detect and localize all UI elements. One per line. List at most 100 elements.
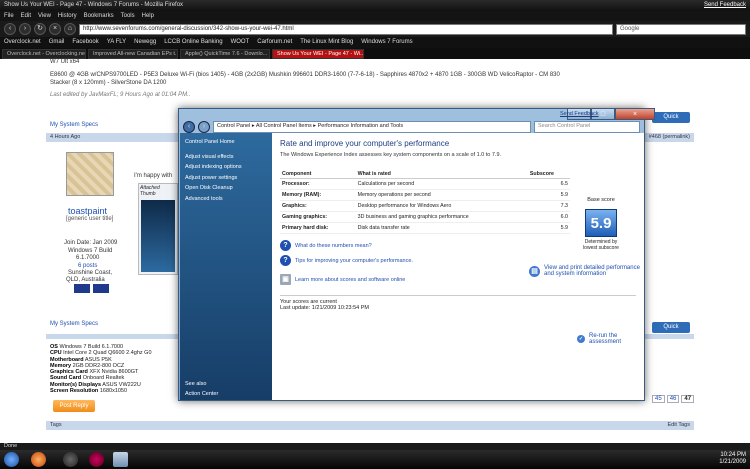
clock-time: 10:24 PM bbox=[720, 452, 746, 458]
stop-icon[interactable]: × bbox=[49, 23, 61, 35]
menu-bookmarks[interactable]: Bookmarks bbox=[84, 13, 114, 19]
home-icon[interactable]: ⌂ bbox=[64, 23, 76, 35]
steam-icon[interactable] bbox=[63, 452, 78, 467]
reload-icon[interactable]: ↻ bbox=[34, 23, 46, 35]
system-clock[interactable]: 10:24 PM 1/21/2009 bbox=[719, 452, 746, 466]
cp-home-link[interactable]: Control Panel Home bbox=[185, 137, 267, 148]
software-box-icon: ▣ bbox=[280, 274, 291, 285]
firefox-icon[interactable] bbox=[31, 452, 46, 467]
url-bar[interactable]: http://www.sevenforums.com/general-discu… bbox=[79, 23, 613, 35]
tags-bar: Tags Edit Tags bbox=[46, 421, 694, 430]
cp-address-row: ‹ › Control Panel ▸ All Control Panel It… bbox=[179, 121, 644, 133]
bookmark-item[interactable]: Windows 7 Forums bbox=[361, 39, 412, 46]
post-line: E8600 @ 4GB w/CNPS9700LED - P5E3 Deluxe … bbox=[50, 72, 560, 78]
bookmark-item[interactable]: LCCB Online Banking bbox=[164, 39, 222, 46]
post-count[interactable]: 6 posts bbox=[78, 263, 97, 269]
tab-overclock[interactable]: Overclock.net - Overclocking.net bbox=[2, 49, 86, 59]
base-score-box: Base score 5.9 Determined by lowest subs… bbox=[577, 197, 625, 257]
tab-show-us-your-wei[interactable]: Show Us Your WEI - Page 47 - Wi... bbox=[272, 49, 364, 59]
menu-tools[interactable]: Tools bbox=[121, 13, 135, 19]
edit-tags-link[interactable]: Edit Tags bbox=[667, 422, 690, 428]
system-specs-link[interactable]: My System Specs bbox=[50, 321, 98, 327]
rerun-assessment-link[interactable]: ✓ Re-run the assessment bbox=[577, 333, 644, 345]
menu-file[interactable]: File bbox=[4, 13, 14, 19]
status-text: Done bbox=[4, 443, 18, 449]
user-title: [generic user title] bbox=[66, 216, 114, 222]
search-bar[interactable]: Google bbox=[616, 23, 746, 35]
cp-sidebar: Control Panel Home Adjust visual effects… bbox=[180, 133, 272, 400]
australia-flag-icon bbox=[74, 284, 90, 293]
browser-title: Show Us Your WEI - Page 47 - Windows 7 F… bbox=[4, 2, 184, 8]
close-icon[interactable]: × bbox=[615, 108, 655, 120]
learn-more-link[interactable]: ▣ Learn more about scores and software o… bbox=[280, 274, 430, 285]
cp-task-adjust-power[interactable]: Adjust power settings bbox=[185, 173, 267, 184]
post-line: Stacker (8 x 120mm) - SilverStone DA 120… bbox=[50, 80, 167, 86]
page-link[interactable]: 45 bbox=[652, 395, 665, 403]
bookmark-item[interactable]: Newegg bbox=[134, 39, 156, 46]
print-icon: ▤ bbox=[529, 265, 540, 277]
quick-reply-button[interactable]: Quick bbox=[652, 112, 690, 123]
bookmark-item[interactable]: Facebook bbox=[72, 39, 98, 46]
edited-note: Last edited by JavMaxFL; 9 Hours Ago at … bbox=[50, 92, 191, 98]
bookmark-item[interactable]: YA FLY bbox=[107, 39, 126, 46]
app-icon[interactable] bbox=[89, 452, 104, 467]
bookmarks-toolbar: Overclock.net Gmail Facebook YA FLY Newe… bbox=[0, 37, 750, 48]
last-update: Last update: 1/21/2009 10:23:54 PM bbox=[280, 305, 369, 311]
base-score-caption: Determined by lowest subscore bbox=[583, 239, 619, 251]
bookmark-item[interactable]: Overclock.net bbox=[4, 39, 41, 46]
control-panel-icon[interactable] bbox=[113, 452, 128, 467]
quick-reply-button[interactable]: Quick bbox=[652, 322, 690, 333]
tab-quicktime[interactable]: Apple() QuickTime 7.6 - Downlo... bbox=[180, 49, 270, 59]
cp-task-adjust-visual-effects[interactable]: Adjust visual effects bbox=[185, 152, 267, 163]
cp-task-disk-cleanup[interactable]: Open Disk Cleanup bbox=[185, 183, 267, 194]
post-time: 4 Hours Ago bbox=[50, 134, 81, 140]
base-score-value: 5.9 bbox=[585, 209, 617, 237]
attached-thumbnails: Attached Thumb bbox=[138, 183, 178, 275]
avatar[interactable] bbox=[66, 152, 114, 196]
menu-history[interactable]: History bbox=[58, 13, 77, 19]
page-link[interactable]: 46 bbox=[666, 395, 680, 403]
cp-action-center-link[interactable]: Action Center bbox=[185, 389, 218, 400]
table-row: Graphics: Desktop performance for Window… bbox=[280, 200, 570, 212]
cp-address-bar[interactable]: Control Panel ▸ All Control Panel Items … bbox=[213, 121, 531, 133]
username[interactable]: toastpaint bbox=[68, 206, 107, 216]
australia-flag-icon bbox=[93, 284, 109, 293]
view-print-link[interactable]: ▤ View and print detailed performance an… bbox=[529, 265, 641, 277]
forward-icon[interactable]: › bbox=[19, 23, 31, 35]
bookmark-item[interactable]: The Linux Mint Blog bbox=[300, 39, 353, 46]
cp-task-advanced-tools[interactable]: Advanced tools bbox=[185, 194, 267, 205]
user-os: Windows 7 Build bbox=[68, 248, 113, 254]
navigation-bar: ‹ › ↻ × ⌂ http://www.sevenforums.com/gen… bbox=[0, 21, 750, 37]
bookmark-item[interactable]: WOOT bbox=[231, 39, 250, 46]
system-specs-link[interactable]: My System Specs bbox=[50, 122, 98, 128]
post-reply-button[interactable]: Post Reply bbox=[53, 400, 95, 412]
base-score-label: Base score bbox=[587, 197, 615, 203]
browser-status-bar: Done bbox=[0, 443, 750, 450]
cp-search-input[interactable]: Search Control Panel bbox=[534, 121, 640, 133]
back-icon[interactable]: ‹ bbox=[4, 23, 16, 35]
system-specs-list: OS Windows 7 Build 6.1.7000 CPU Intel Co… bbox=[50, 344, 152, 394]
menu-edit[interactable]: Edit bbox=[21, 13, 31, 19]
user-os-build: 6.1.7000 bbox=[76, 255, 100, 261]
menu-help[interactable]: Help bbox=[142, 13, 154, 19]
send-feedback-link[interactable]: Send Feedback bbox=[704, 2, 746, 8]
scores-current: Your scores are current bbox=[280, 295, 636, 305]
bookmark-item[interactable]: Carforum.net bbox=[257, 39, 292, 46]
permalink[interactable]: #468 (permalink) bbox=[649, 134, 690, 140]
start-button-icon[interactable] bbox=[4, 452, 19, 467]
cp-task-adjust-indexing[interactable]: Adjust indexing options bbox=[185, 162, 267, 173]
forward-icon[interactable]: › bbox=[198, 121, 210, 133]
cp-send-feedback-link[interactable]: Send Feedback bbox=[560, 111, 599, 117]
tab-strip: Overclock.net - Overclocking.net Improve… bbox=[0, 48, 750, 59]
pagination: 45 46 47 bbox=[652, 395, 695, 403]
back-icon[interactable]: ‹ bbox=[183, 121, 195, 133]
score-table: Component What is rated Subscore Process… bbox=[280, 170, 570, 234]
tags-label: Tags bbox=[50, 422, 62, 428]
join-date: Join Date: Jan 2009 bbox=[64, 240, 118, 246]
user-location-2: QLD, Australia bbox=[66, 277, 105, 283]
thumbnail-image[interactable] bbox=[141, 200, 175, 272]
menu-view[interactable]: View bbox=[38, 13, 51, 19]
bookmark-item[interactable]: Gmail bbox=[49, 39, 65, 46]
user-location: Sunshine Coast, bbox=[68, 270, 113, 276]
tab-canadian[interactable]: Improved All-new Canadian EPs t... bbox=[88, 49, 178, 59]
